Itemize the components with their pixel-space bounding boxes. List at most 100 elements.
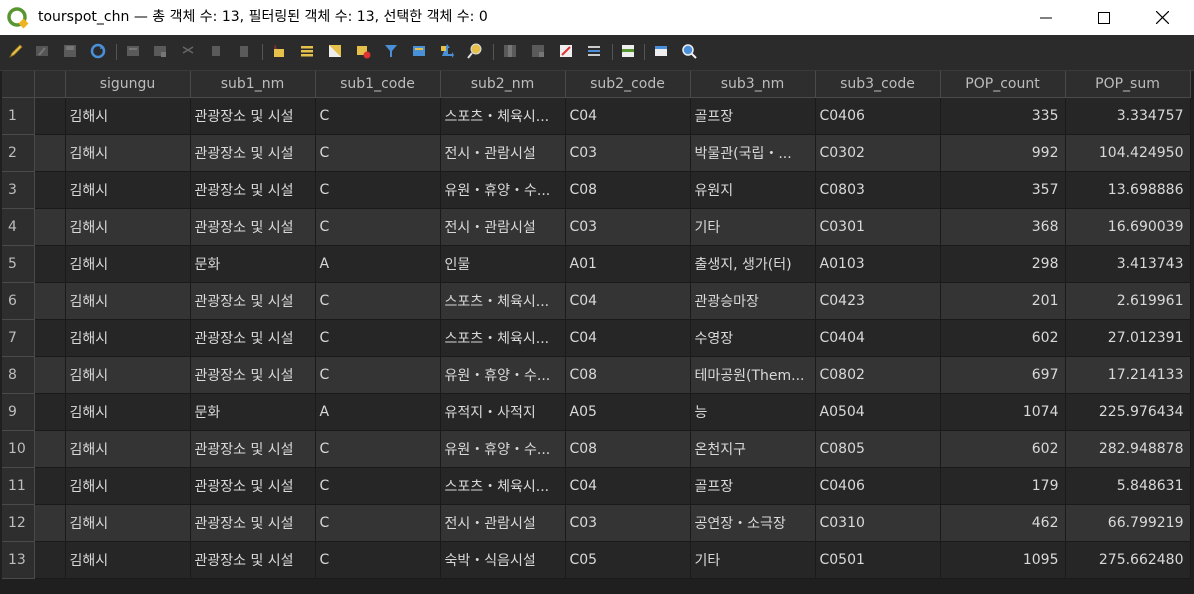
cell-pop-count[interactable]: 602 (940, 430, 1066, 468)
cell-sub2-code[interactable]: C08 (565, 171, 691, 209)
cell-pop-count[interactable]: 1095 (940, 541, 1066, 579)
cell-sub2-code[interactable]: C08 (565, 356, 691, 394)
cell-sub3-nm[interactable]: 유원지 (690, 171, 816, 209)
cell-sub2-code[interactable]: C03 (565, 504, 691, 542)
cell-sub2-code[interactable]: C04 (565, 319, 691, 357)
cell-sub2-nm[interactable]: 유원・휴양・수... (440, 356, 566, 394)
cell-sub2-code[interactable]: C03 (565, 134, 691, 172)
cell-sub1-code[interactable]: C (315, 356, 441, 394)
zoom-to-selection-icon[interactable] (467, 43, 483, 59)
actions-icon[interactable] (653, 43, 669, 59)
cell-sub3-nm[interactable]: 공연장・소극장 (690, 504, 816, 542)
cell-sub1-nm[interactable]: 관광장소 및 시설 (190, 208, 316, 246)
cell-sub1-nm[interactable]: 관광장소 및 시설 (190, 504, 316, 542)
table-row[interactable]: 1 김해시 관광장소 및 시설 C 스포츠・체육시... C04 골프장 C0406 335 3.… (2, 97, 1191, 135)
cell-sub3-nm[interactable]: 기타 (690, 208, 816, 246)
cell-sub2-nm[interactable]: 전시・관람시설 (440, 208, 566, 246)
cell-sub2-nm[interactable]: 유적지・사적지 (440, 393, 566, 431)
cell-sub2-code[interactable]: A05 (565, 393, 691, 431)
deselect-icon[interactable] (355, 43, 371, 59)
table-row[interactable]: 2 김해시 관광장소 및 시설 C 전시・관람시설 C03 박물관(국립・... C0302 9… (2, 134, 1191, 172)
column-header-sub3-nm[interactable]: sub3_nm (690, 71, 816, 98)
invert-selection-icon[interactable] (327, 43, 343, 59)
table-row[interactable]: 5 김해시 문화 A 인물 A01 출생지, 생가(터) A0103 298 3.413743 (2, 245, 1191, 283)
cell-sub3-nm[interactable]: 출생지, 생가(터) (690, 245, 816, 283)
select-expression-icon[interactable]: ε (271, 43, 287, 59)
cell-sub1-code[interactable]: C (315, 467, 441, 505)
cell-sub1-nm[interactable]: 관광장소 및 시설 (190, 541, 316, 579)
cell-sub3-code[interactable]: C0404 (815, 319, 941, 357)
move-selection-top-icon[interactable] (411, 43, 427, 59)
cell-sub3-code[interactable]: A0103 (815, 245, 941, 283)
cell-pop-sum[interactable]: 13.698886 (1065, 171, 1191, 209)
cell-pop-count[interactable]: 992 (940, 134, 1066, 172)
cell-sub3-nm[interactable]: 테마공원(Them... (690, 356, 816, 394)
cell-sub2-nm[interactable]: 인물 (440, 245, 566, 283)
add-feature-icon[interactable] (125, 43, 141, 59)
row-select-cell[interactable] (34, 393, 66, 431)
row-number[interactable]: 11 (2, 467, 35, 505)
row-number[interactable]: 10 (2, 430, 35, 468)
cell-sigungu[interactable]: 김해시 (65, 134, 191, 172)
cell-sigungu[interactable]: 김해시 (65, 430, 191, 468)
table-row[interactable]: 13 김해시 관광장소 및 시설 C 숙박・식음시설 C05 기타 C0501 1095 275.… (2, 541, 1191, 579)
cell-sub3-code[interactable]: C0406 (815, 467, 941, 505)
cell-sub1-code[interactable]: C (315, 541, 441, 579)
cell-sub3-code[interactable]: C0423 (815, 282, 941, 320)
cell-sub3-nm[interactable]: 온천지구 (690, 430, 816, 468)
row-select-cell[interactable] (34, 282, 66, 320)
table-row[interactable]: 3 김해시 관광장소 및 시설 C 유원・휴양・수... C08 유원지 C0803 357 13… (2, 171, 1191, 209)
cut-icon[interactable] (180, 43, 196, 59)
cell-sub1-nm[interactable]: 관광장소 및 시설 (190, 319, 316, 357)
cell-sigungu[interactable]: 김해시 (65, 541, 191, 579)
row-select-cell[interactable] (34, 467, 66, 505)
cell-sub1-code[interactable]: C (315, 134, 441, 172)
column-header-sub2-code[interactable]: sub2_code (565, 71, 691, 98)
cell-sub2-code[interactable]: C05 (565, 541, 691, 579)
cell-sub1-nm[interactable]: 관광장소 및 시설 (190, 430, 316, 468)
filter-icon[interactable] (383, 43, 399, 59)
row-number[interactable]: 6 (2, 282, 35, 320)
cell-sigungu[interactable]: 김해시 (65, 282, 191, 320)
select-column-header[interactable] (34, 71, 66, 98)
cell-sub1-code[interactable]: C (315, 171, 441, 209)
cell-sub1-nm[interactable]: 관광장소 및 시설 (190, 356, 316, 394)
cell-sub3-code[interactable]: C0803 (815, 171, 941, 209)
cell-sub2-nm[interactable]: 숙박・식음시설 (440, 541, 566, 579)
row-select-cell[interactable] (34, 319, 66, 357)
cell-sigungu[interactable]: 김해시 (65, 208, 191, 246)
cell-sub2-code[interactable]: C04 (565, 467, 691, 505)
cell-sigungu[interactable]: 김해시 (65, 393, 191, 431)
row-select-cell[interactable] (34, 541, 66, 579)
row-select-cell[interactable] (34, 430, 66, 468)
cell-sub1-nm[interactable]: 관광장소 및 시설 (190, 171, 316, 209)
cell-pop-count[interactable]: 357 (940, 171, 1066, 209)
cell-sigungu[interactable]: 김해시 (65, 504, 191, 542)
cell-sigungu[interactable]: 김해시 (65, 319, 191, 357)
column-header-sigungu[interactable]: sigungu (65, 71, 191, 98)
table-row[interactable]: 4 김해시 관광장소 및 시설 C 전시・관람시설 C03 기타 C0301 368 16.690… (2, 208, 1191, 246)
cell-sub3-nm[interactable]: 기타 (690, 541, 816, 579)
delete-field-icon[interactable] (530, 43, 546, 59)
cell-pop-count[interactable]: 179 (940, 467, 1066, 505)
row-number[interactable]: 1 (2, 97, 35, 135)
cell-sub1-nm[interactable]: 문화 (190, 245, 316, 283)
row-select-cell[interactable] (34, 208, 66, 246)
cell-sub2-nm[interactable]: 유원・휴양・수... (440, 430, 566, 468)
conditional-formatting-icon[interactable] (586, 43, 602, 59)
field-calculator-icon[interactable] (558, 43, 574, 59)
cell-sub1-code[interactable]: C (315, 282, 441, 320)
reload-icon[interactable] (90, 43, 106, 59)
cell-sub1-code[interactable]: C (315, 430, 441, 468)
cell-sub1-code[interactable]: C (315, 97, 441, 135)
cell-sub1-code[interactable]: A (315, 393, 441, 431)
cell-pop-sum[interactable]: 275.662480 (1065, 541, 1191, 579)
table-row[interactable]: 9 김해시 문화 A 유적지・사적지 A05 능 A0504 1074 225.976434 (2, 393, 1191, 431)
delete-feature-icon[interactable] (152, 43, 168, 59)
cell-pop-sum[interactable]: 282.948878 (1065, 430, 1191, 468)
maximize-button[interactable] (1075, 0, 1133, 35)
row-select-cell[interactable] (34, 134, 66, 172)
row-number[interactable]: 3 (2, 171, 35, 209)
row-number[interactable]: 13 (2, 541, 35, 579)
column-header-pop-sum[interactable]: POP_sum (1065, 71, 1191, 98)
